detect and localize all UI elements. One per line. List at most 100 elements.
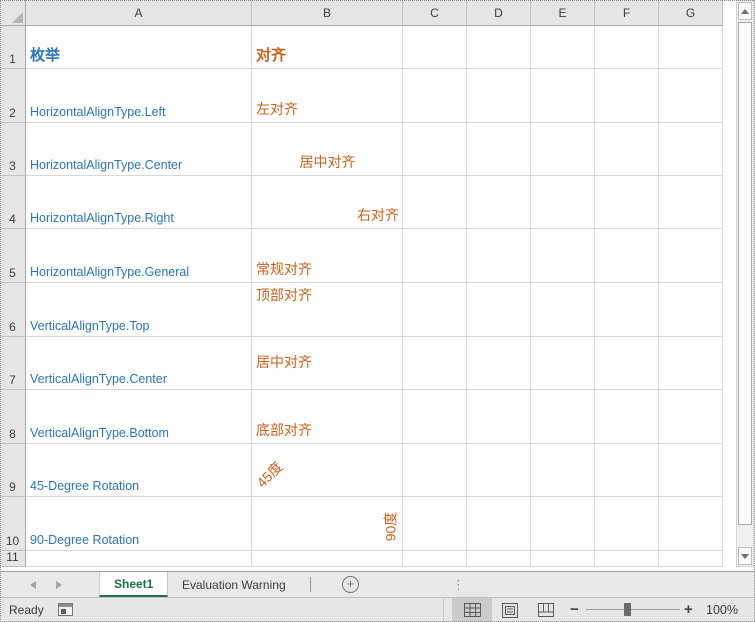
cell-G5[interactable] bbox=[659, 229, 723, 283]
cell-G10[interactable] bbox=[659, 497, 723, 551]
cell-E6[interactable] bbox=[531, 283, 595, 337]
cell-D3[interactable] bbox=[467, 123, 531, 176]
tab-splitter-handle[interactable]: ⋮ bbox=[452, 575, 465, 594]
zoom-percent-label[interactable]: 100% bbox=[700, 603, 738, 617]
row-header-6[interactable]: 6 bbox=[0, 283, 26, 337]
row-header-2[interactable]: 2 bbox=[0, 69, 26, 123]
column-header-G[interactable]: G bbox=[659, 0, 723, 26]
cell-A11[interactable] bbox=[26, 551, 252, 567]
cell-C2[interactable] bbox=[403, 69, 467, 123]
cell-A6[interactable]: VerticalAlignType.Top bbox=[26, 283, 252, 337]
page-break-preview-button[interactable] bbox=[528, 598, 564, 622]
tab-sheet1[interactable]: Sheet1 bbox=[99, 572, 169, 597]
zoom-in-button[interactable]: + bbox=[684, 601, 693, 618]
cell-C10[interactable] bbox=[403, 497, 467, 551]
page-layout-view-button[interactable] bbox=[492, 598, 528, 622]
cell-G9[interactable] bbox=[659, 444, 723, 497]
scroll-up-button[interactable] bbox=[738, 2, 752, 20]
normal-view-button[interactable] bbox=[452, 598, 492, 622]
cell-C3[interactable] bbox=[403, 123, 467, 176]
cell-A5[interactable]: HorizontalAlignType.General bbox=[26, 229, 252, 283]
cell-G11[interactable] bbox=[659, 551, 723, 567]
cell-B7[interactable]: 居中对齐 bbox=[252, 337, 403, 390]
tab-scroll-right-icon[interactable] bbox=[56, 581, 62, 589]
cell-A8[interactable]: VerticalAlignType.Bottom bbox=[26, 390, 252, 444]
row-header-7[interactable]: 7 bbox=[0, 337, 26, 390]
cell-E8[interactable] bbox=[531, 390, 595, 444]
cell-D10[interactable] bbox=[467, 497, 531, 551]
cell-C11[interactable] bbox=[403, 551, 467, 567]
cell-B6[interactable]: 顶部对齐 bbox=[252, 283, 403, 337]
row-header-10[interactable]: 10 bbox=[0, 497, 26, 551]
cell-A2[interactable]: HorizontalAlignType.Left bbox=[26, 69, 252, 123]
cell-B9[interactable]: 45度 bbox=[252, 444, 403, 497]
cell-A10[interactable]: 90-Degree Rotation bbox=[26, 497, 252, 551]
cell-F4[interactable] bbox=[595, 176, 659, 229]
cell-A1[interactable]: 枚举 bbox=[26, 26, 252, 69]
cell-E4[interactable] bbox=[531, 176, 595, 229]
add-sheet-button[interactable]: + bbox=[342, 576, 359, 593]
cell-E3[interactable] bbox=[531, 123, 595, 176]
cell-F3[interactable] bbox=[595, 123, 659, 176]
cell-B2[interactable]: 左对齐 bbox=[252, 69, 403, 123]
cell-E11[interactable] bbox=[531, 551, 595, 567]
vertical-scrollbar[interactable] bbox=[736, 0, 754, 567]
cell-C1[interactable] bbox=[403, 26, 467, 69]
zoom-slider-track[interactable] bbox=[586, 609, 680, 610]
column-header-B[interactable]: B bbox=[252, 0, 403, 26]
select-all-corner[interactable] bbox=[0, 0, 26, 26]
row-header-4[interactable]: 4 bbox=[0, 176, 26, 229]
cell-G7[interactable] bbox=[659, 337, 723, 390]
cell-G1[interactable] bbox=[659, 26, 723, 69]
cell-C8[interactable] bbox=[403, 390, 467, 444]
cell-F2[interactable] bbox=[595, 69, 659, 123]
cell-A4[interactable]: HorizontalAlignType.Right bbox=[26, 176, 252, 229]
cell-B10[interactable]: 90度 bbox=[252, 497, 403, 551]
row-header-9[interactable]: 9 bbox=[0, 444, 26, 497]
vertical-scrollbar-thumb[interactable] bbox=[738, 22, 752, 525]
cell-C7[interactable] bbox=[403, 337, 467, 390]
cell-A3[interactable]: HorizontalAlignType.Center bbox=[26, 123, 252, 176]
cell-G8[interactable] bbox=[659, 390, 723, 444]
cell-D5[interactable] bbox=[467, 229, 531, 283]
row-header-5[interactable]: 5 bbox=[0, 229, 26, 283]
cell-D11[interactable] bbox=[467, 551, 531, 567]
cell-D8[interactable] bbox=[467, 390, 531, 444]
cell-F6[interactable] bbox=[595, 283, 659, 337]
row-header-8[interactable]: 8 bbox=[0, 390, 26, 444]
cell-F7[interactable] bbox=[595, 337, 659, 390]
cell-D2[interactable] bbox=[467, 69, 531, 123]
cell-F11[interactable] bbox=[595, 551, 659, 567]
cell-E7[interactable] bbox=[531, 337, 595, 390]
zoom-out-button[interactable]: − bbox=[570, 601, 579, 618]
scroll-down-button[interactable] bbox=[738, 547, 752, 565]
cell-D1[interactable] bbox=[467, 26, 531, 69]
cell-E2[interactable] bbox=[531, 69, 595, 123]
cell-B4[interactable]: 右对齐 bbox=[252, 176, 403, 229]
cell-A9[interactable]: 45-Degree Rotation bbox=[26, 444, 252, 497]
cell-C5[interactable] bbox=[403, 229, 467, 283]
cell-D4[interactable] bbox=[467, 176, 531, 229]
column-header-C[interactable]: C bbox=[403, 0, 467, 26]
cell-A7[interactable]: VerticalAlignType.Center bbox=[26, 337, 252, 390]
cell-D7[interactable] bbox=[467, 337, 531, 390]
column-header-D[interactable]: D bbox=[467, 0, 531, 26]
cell-F9[interactable] bbox=[595, 444, 659, 497]
cell-E9[interactable] bbox=[531, 444, 595, 497]
macro-record-icon[interactable] bbox=[58, 603, 73, 616]
cell-C6[interactable] bbox=[403, 283, 467, 337]
tab-scroll-left-icon[interactable] bbox=[30, 581, 36, 589]
cell-D6[interactable] bbox=[467, 283, 531, 337]
cell-G3[interactable] bbox=[659, 123, 723, 176]
cell-B5[interactable]: 常规对齐 bbox=[252, 229, 403, 283]
cell-G6[interactable] bbox=[659, 283, 723, 337]
row-header-3[interactable]: 3 bbox=[0, 123, 26, 176]
cell-C9[interactable] bbox=[403, 444, 467, 497]
cell-F8[interactable] bbox=[595, 390, 659, 444]
tab-evaluation-warning[interactable]: Evaluation Warning bbox=[168, 572, 300, 597]
cell-B3[interactable]: 居中对齐 bbox=[252, 123, 403, 176]
cell-F1[interactable] bbox=[595, 26, 659, 69]
column-header-E[interactable]: E bbox=[531, 0, 595, 26]
cell-E5[interactable] bbox=[531, 229, 595, 283]
cell-C4[interactable] bbox=[403, 176, 467, 229]
